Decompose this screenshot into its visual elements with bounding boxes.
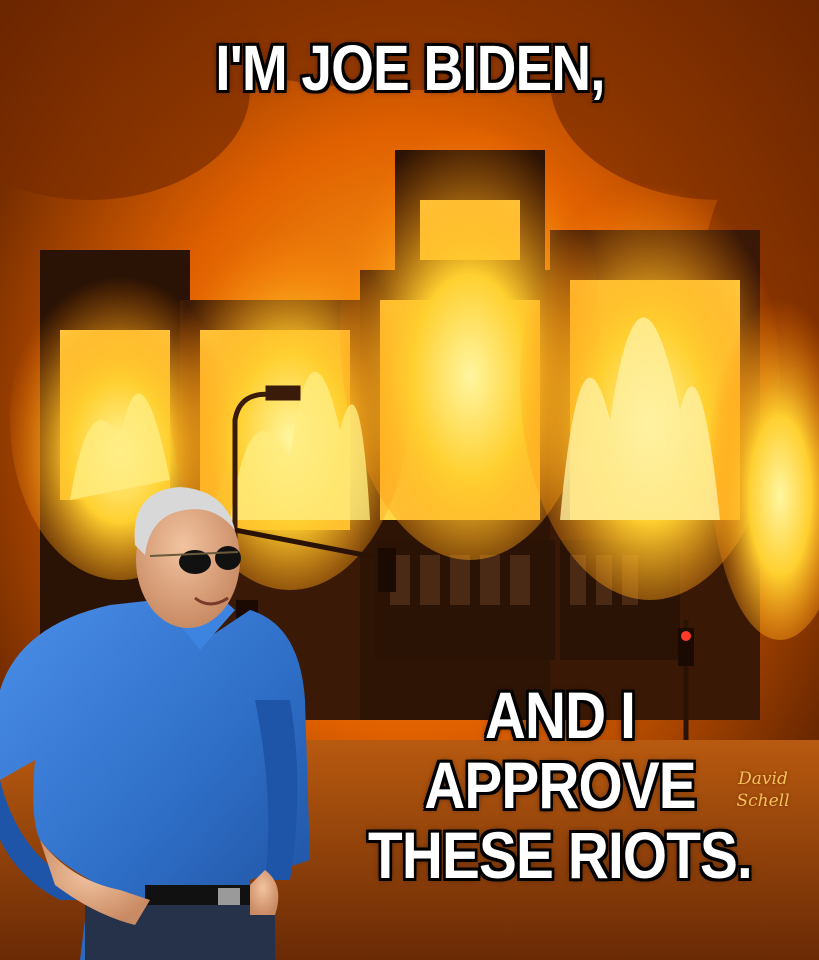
meme-canvas: I'M JOE BIDEN, AND I APPROVE THESE RIOTS… bbox=[0, 0, 819, 960]
signature-line-1: David bbox=[738, 769, 788, 789]
bottom-caption-line-1: AND I bbox=[484, 678, 636, 752]
bottom-caption-line-2: APPROVE bbox=[424, 748, 696, 822]
artist-signature: David Schell bbox=[720, 768, 806, 812]
top-caption: I'M JOE BIDEN, bbox=[215, 32, 605, 104]
bottom-caption-line-3: THESE RIOTS. bbox=[368, 818, 753, 892]
signature-line-2: Schell bbox=[736, 791, 790, 811]
bottom-caption: AND I APPROVE THESE RIOTS. bbox=[362, 680, 758, 890]
